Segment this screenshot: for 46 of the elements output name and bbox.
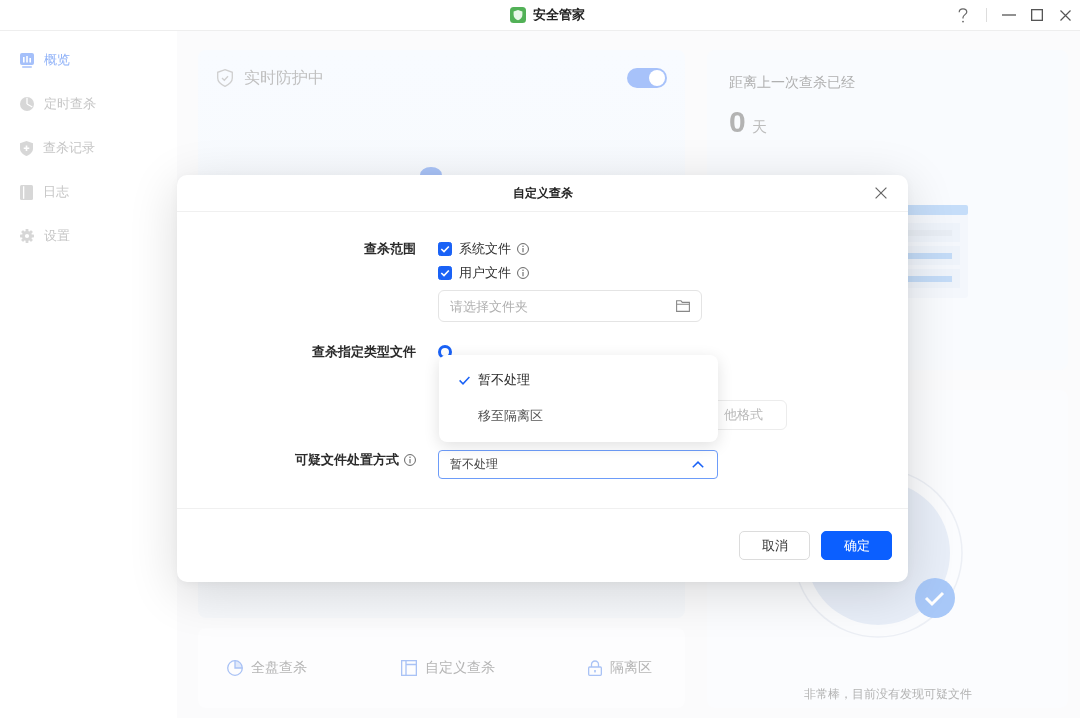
dropdown-select[interactable]: 暂不处理 [438,450,718,479]
checkbox[interactable] [438,242,452,256]
stat-unit: 天 [751,118,767,137]
quick-action-button[interactable]: 全盘查杀 [227,659,307,677]
folder-icon[interactable] [676,300,690,312]
maximize-icon[interactable] [1031,9,1043,21]
lock-icon [588,660,602,676]
form-label: 查杀范围 [364,240,416,258]
checkbox[interactable] [438,266,452,280]
cancel-button[interactable]: 取消 [739,531,810,560]
shield-logo-icon [509,7,526,23]
gear-icon [20,229,34,243]
stat-value: 0 [729,106,746,138]
dialog-title: 自定义查杀 [512,185,573,201]
check-icon [459,375,470,385]
status-message: 非常棒，目前没有发现可疑文件 [803,686,972,702]
close-icon[interactable] [1060,9,1071,21]
stat-caption: 距离上一次查杀已经 [729,73,855,92]
caret-up-icon [692,461,704,468]
form-label: 查杀指定类型文件 [312,343,416,361]
form-label: 可疑文件处置方式 [295,451,399,469]
sidebar-item[interactable]: 概览 [0,38,177,82]
clock-icon [20,97,34,111]
shield-plus-icon [20,140,33,156]
bar-chart-icon [20,52,34,68]
quick-action-button[interactable]: 自定义查杀 [400,659,495,677]
quick-action-button[interactable]: 隔离区 [588,659,652,677]
info-icon [517,267,529,279]
card-title: 实时防护中 [244,68,324,88]
info-icon [404,454,416,466]
toggle-switch[interactable] [627,68,667,88]
close-icon[interactable] [875,187,887,199]
help-icon[interactable] [958,7,968,23]
pie-chart-icon [227,660,243,676]
window-title: 安全管家 [532,7,585,23]
checkbox-label: 系统文件 [459,240,511,258]
dropdown-option[interactable]: 暂不处理 [439,362,718,398]
check-badge-icon [915,578,955,618]
confirm-button[interactable]: 确定 [821,531,892,560]
shield-check-icon [217,69,233,87]
checkbox-label: 用户文件 [459,264,511,282]
layout-icon [400,660,417,676]
info-icon [517,243,529,255]
notebook-icon [20,184,33,200]
semicircle-icon [420,167,442,175]
folder-input[interactable]: 请选择文件夹 [438,290,702,322]
